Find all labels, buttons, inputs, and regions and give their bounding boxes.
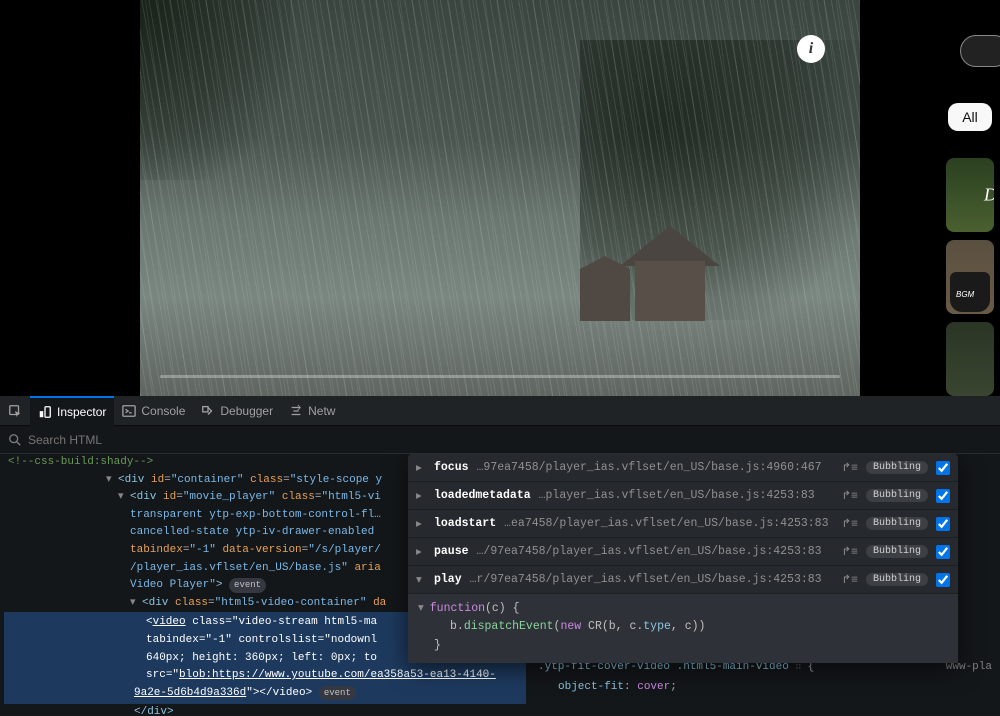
event-toggle-checkbox[interactable]	[936, 545, 950, 559]
event-badge[interactable]: event	[319, 686, 356, 700]
devtools-panel: Inspector Console Debugger Netw <!--css-…	[0, 396, 1000, 716]
event-listeners-popup: ▸ focus …97ea7458/player_ias.vflset/en_U…	[408, 454, 958, 663]
event-row[interactable]: ▸ focus …97ea7458/player_ias.vflset/en_U…	[408, 454, 958, 482]
tab-label: Inspector	[57, 405, 106, 419]
element-picker-button[interactable]	[0, 396, 30, 426]
event-source-link[interactable]: …r/97ea7458/player_ias.vflset/en_US/base…	[470, 573, 834, 586]
bubbling-badge: Bubbling	[866, 489, 928, 502]
filter-all-button[interactable]: All	[948, 103, 992, 131]
tab-network[interactable]: Netw	[281, 396, 343, 426]
twisty-icon[interactable]: ▸	[416, 544, 426, 559]
event-toggle-checkbox[interactable]	[936, 517, 950, 531]
bubbling-badge: Bubbling	[866, 573, 928, 586]
goto-icon[interactable]: ↱≡	[841, 544, 858, 559]
bubbling-badge: Bubbling	[866, 461, 928, 474]
tab-label: Netw	[308, 404, 335, 418]
right-sidebar: All D BGM	[940, 0, 1000, 396]
event-handler-code: ▾function(c) { b.dispatchEvent(new CR(b,…	[408, 594, 958, 663]
devtools-tabbar: Inspector Console Debugger Netw	[0, 396, 1000, 426]
twisty-icon[interactable]	[130, 595, 140, 613]
video-player[interactable]: i	[140, 0, 860, 396]
event-toggle-checkbox[interactable]	[936, 489, 950, 503]
search-input[interactable]	[28, 433, 992, 447]
event-name: focus	[434, 461, 469, 474]
thumbnail-2[interactable]: BGM	[946, 240, 994, 314]
thumbnail-1[interactable]: D	[946, 158, 994, 232]
tab-console[interactable]: Console	[114, 396, 193, 426]
dom-node-close[interactable]: </div>	[4, 704, 526, 716]
thumbnail-label: D	[984, 184, 994, 205]
goto-icon[interactable]: ↱≡	[841, 516, 858, 531]
event-row[interactable]: ▸ loadstart …ea7458/player_ias.vflset/en…	[408, 510, 958, 538]
tab-label: Debugger	[220, 404, 273, 418]
event-source-link[interactable]: …player_ias.vflset/en_US/base.js:4253:83	[539, 489, 834, 502]
bubbling-badge: Bubbling	[866, 517, 928, 530]
event-name: loadedmetadata	[434, 489, 531, 502]
twisty-icon[interactable]: ▸	[416, 460, 426, 475]
house-graphic	[580, 226, 760, 336]
event-name: pause	[434, 545, 469, 558]
thumbnail-3[interactable]	[946, 322, 994, 396]
thumbnail-label: BGM	[956, 290, 974, 299]
css-declaration[interactable]: object-fit: cover;	[538, 678, 992, 698]
tab-debugger[interactable]: Debugger	[193, 396, 281, 426]
video-progress-bar[interactable]	[160, 375, 840, 378]
event-name: play	[434, 573, 462, 586]
tab-inspector[interactable]: Inspector	[30, 396, 114, 426]
event-source-link[interactable]: …ea7458/player_ias.vflset/en_US/base.js:…	[504, 517, 833, 530]
event-row[interactable]: ▾ play …r/97ea7458/player_ias.vflset/en_…	[408, 566, 958, 594]
twisty-icon[interactable]	[118, 489, 128, 507]
event-toggle-checkbox[interactable]	[936, 573, 950, 587]
tab-label: Console	[141, 404, 185, 418]
goto-icon[interactable]: ↱≡	[841, 488, 858, 503]
twisty-icon[interactable]: ▸	[416, 516, 426, 531]
event-name: loadstart	[434, 517, 496, 530]
twisty-icon[interactable]: ▾	[416, 572, 426, 587]
rain-effect-2	[140, 0, 860, 396]
event-toggle-checkbox[interactable]	[936, 461, 950, 475]
twisty-icon[interactable]: ▸	[416, 488, 426, 503]
html-search-bar	[0, 426, 1000, 454]
bubbling-badge: Bubbling	[866, 545, 928, 558]
goto-icon[interactable]: ↱≡	[841, 572, 858, 587]
event-source-link[interactable]: …/97ea7458/player_ias.vflset/en_US/base.…	[477, 545, 834, 558]
twisty-icon[interactable]	[106, 472, 116, 490]
video-area: i	[0, 0, 1000, 396]
event-row[interactable]: ▸ loadedmetadata …player_ias.vflset/en_U…	[408, 482, 958, 510]
goto-icon[interactable]: ↱≡	[841, 460, 858, 475]
search-icon	[8, 433, 22, 447]
event-row[interactable]: ▸ pause …/97ea7458/player_ias.vflset/en_…	[408, 538, 958, 566]
event-badge[interactable]: event	[229, 578, 266, 592]
info-icon[interactable]: i	[797, 35, 825, 63]
event-source-link[interactable]: …97ea7458/player_ias.vflset/en_US/base.j…	[477, 461, 834, 474]
